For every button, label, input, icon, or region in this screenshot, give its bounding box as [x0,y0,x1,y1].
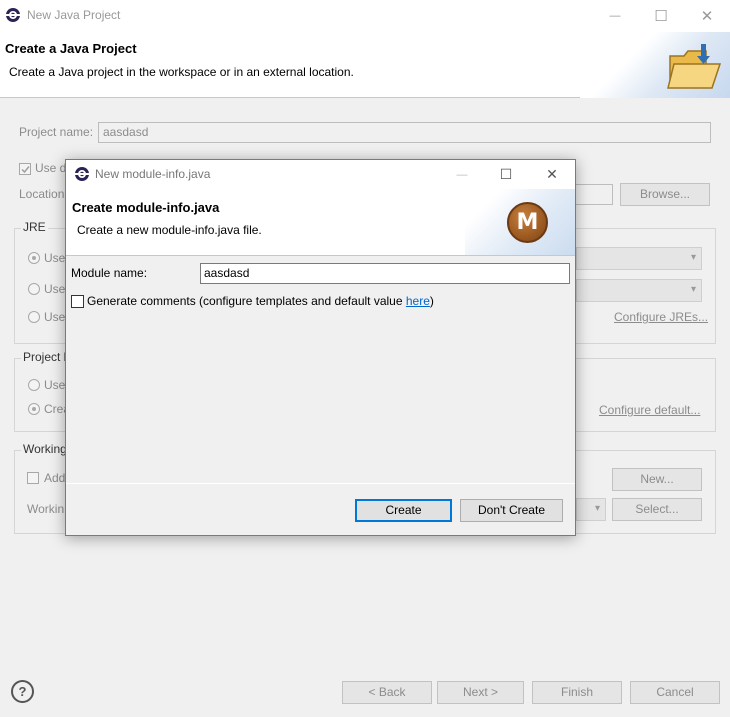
chevron-down-icon: ▾ [690,284,696,295]
dialog-header-title: Create module-info.java [72,200,220,215]
browse-button[interactable]: Browse... [620,183,710,206]
finish-button[interactable]: Finish [532,681,622,704]
main-window-title: New Java Project [27,8,121,22]
main-maximize-button[interactable]: ☐ [638,0,684,32]
eclipse-app-icon [75,167,89,181]
jre-option-1-label: Use [44,251,66,265]
main-header-description: Create a Java project in the workspace o… [9,65,354,79]
close-icon: ✕ [700,8,714,25]
jre-option-3-label: Use [44,310,66,324]
dialog-separator [66,483,575,484]
generate-comments-suffix: (configure templates and default value [195,294,406,308]
jre-group-title: JRE [21,220,48,234]
generate-comments-text: Generate comments (configure templates a… [87,294,434,308]
project-layout-group-title: Project l [21,350,69,364]
close-icon: ✕ [546,166,558,182]
execution-env-combo[interactable]: ▾ [576,247,702,270]
dialog-header-description: Create a new module-info.java file. [77,223,262,237]
chevron-down-icon: ▾ [594,503,600,514]
main-minimize-button[interactable]: — [592,0,638,32]
location-label: Location [19,187,65,201]
checkmark-icon [21,166,30,174]
dialog-maximize-button[interactable]: ☐ [484,160,528,189]
generate-comments-label: Generate comments [87,294,196,308]
module-badge-icon: M [507,202,548,243]
use-default-location-label: Use d [35,161,67,175]
layout-radio-2[interactable] [28,403,40,415]
new-working-set-button[interactable]: New... [612,468,702,491]
module-name-label: Module name: [71,266,148,280]
main-header: Create a Java Project Create a Java proj… [0,32,730,98]
chevron-down-icon: ▾ [690,252,696,263]
working-sets-group-title: Working [21,442,69,456]
project-jre-combo[interactable]: ▾ [576,279,702,302]
back-button[interactable]: < Back [342,681,432,704]
module-info-dialog: New module-info.java — ☐ ✕ Create module… [65,159,576,536]
eclipse-app-icon [6,8,20,22]
configure-templates-link[interactable]: here [406,294,430,308]
configure-default-link[interactable]: Configure default... [599,403,700,417]
dialog-header: Create module-info.java Create a new mod… [66,189,575,256]
dialog-titlebar: New module-info.java — ☐ ✕ [66,160,575,189]
help-button[interactable]: ? [11,680,34,703]
add-to-working-sets-checkbox[interactable] [27,472,39,484]
use-default-location-checkbox[interactable] [19,163,31,175]
add-to-working-sets-label: Add [44,471,66,485]
main-titlebar: New Java Project — ☐ ✕ [0,0,730,32]
layout-radio-1[interactable] [28,379,40,391]
module-name-input[interactable]: aasdasd [200,263,570,284]
maximize-icon: ☐ [654,8,668,25]
generate-comments-checkbox[interactable] [71,295,84,308]
next-button[interactable]: Next > [437,681,524,704]
generate-comments-close-paren: ) [429,294,434,308]
folder-wizard-icon [667,44,722,89]
project-name-label: Project name: [19,125,94,139]
project-name-field[interactable]: aasdasd [98,122,711,143]
dialog-title: New module-info.java [95,167,211,181]
cancel-button[interactable]: Cancel [630,681,720,704]
jre-radio-3[interactable] [28,311,40,323]
jre-option-2-label: Use [44,282,66,296]
dont-create-button[interactable]: Don't Create [460,499,563,522]
minimize-icon: — [609,10,621,22]
jre-radio-2[interactable] [28,283,40,295]
jre-radio-1[interactable] [28,252,40,264]
maximize-icon: ☐ [499,166,513,182]
main-button-bar: ? < Back Next > Finish Cancel [0,660,730,717]
working-sets-label: Workin [27,502,65,516]
question-icon: ? [18,684,27,699]
dialog-close-button[interactable]: ✕ [530,160,574,189]
create-button[interactable]: Create [355,499,452,522]
configure-jres-link[interactable]: Configure JREs... [614,310,708,324]
select-working-set-button[interactable]: Select... [612,498,702,521]
main-close-button[interactable]: ✕ [684,0,730,32]
working-sets-combo[interactable]: ▾ [576,498,606,521]
main-header-title: Create a Java Project [5,41,137,56]
dialog-minimize-button[interactable]: — [440,160,484,189]
layout-option-1-label: Use [44,378,66,392]
minimize-icon: — [456,168,468,181]
